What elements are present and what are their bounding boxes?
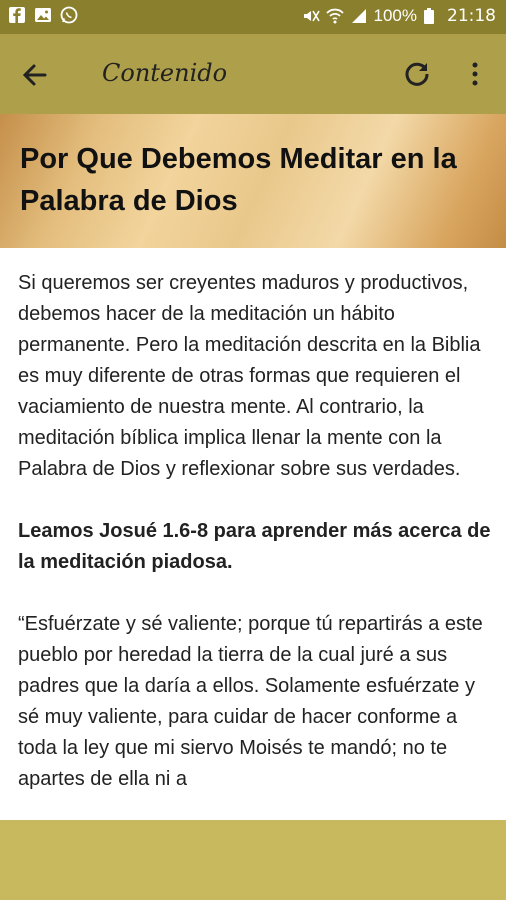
more-vert-icon[interactable]	[464, 57, 486, 91]
status-bar: 100% 21:18	[0, 0, 506, 34]
article-paragraph: “Esfuérzate y sé valiente; porque tú rep…	[18, 613, 483, 790]
toolbar-title: Contenido	[102, 59, 228, 87]
battery-icon	[423, 7, 441, 25]
battery-percent: 100%	[373, 6, 417, 25]
facebook-icon	[8, 6, 26, 24]
clock: 21:18	[447, 6, 496, 26]
app-toolbar: Contenido	[0, 34, 506, 114]
bottom-bar	[0, 820, 506, 900]
mute-icon	[302, 7, 320, 25]
image-icon	[34, 6, 52, 24]
back-arrow-icon[interactable]	[18, 58, 52, 92]
article-body: Si queremos ser creyentes maduros y prod…	[18, 268, 492, 826]
article-paragraph-bold: Leamos Josué 1.6-8 para aprender más ace…	[18, 520, 491, 573]
refresh-icon[interactable]	[400, 57, 434, 91]
signal-icon	[350, 7, 368, 25]
article-header: Por Que Debemos Meditar en la Palabra de…	[0, 114, 506, 248]
article-title: Por Que Debemos Meditar en la Palabra de…	[20, 143, 457, 217]
article-paragraph: Si queremos ser creyentes maduros y prod…	[18, 272, 481, 480]
wifi-icon	[325, 7, 344, 25]
whatsapp-icon	[60, 6, 78, 24]
